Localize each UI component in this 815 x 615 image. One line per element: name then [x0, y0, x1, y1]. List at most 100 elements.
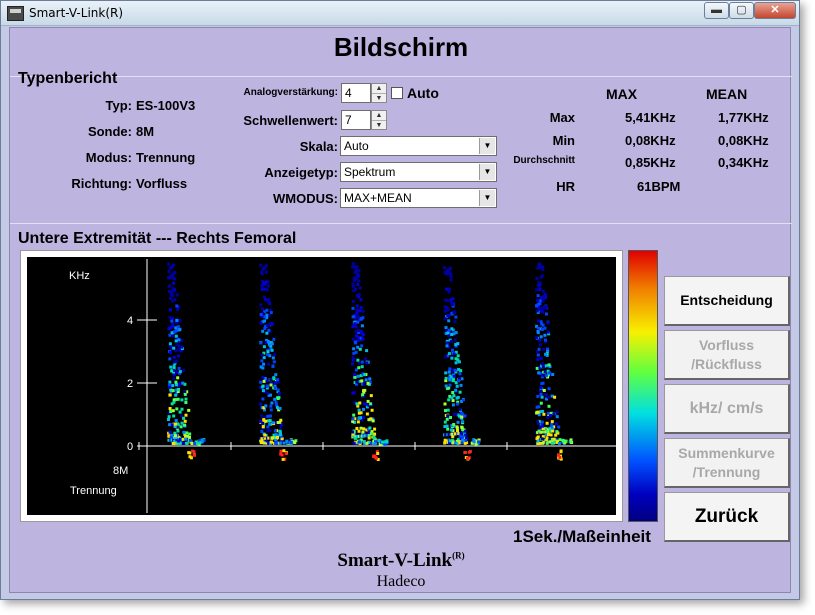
spectrum-pixel	[171, 384, 175, 388]
gain-stepper[interactable]: ▲ ▼	[371, 83, 387, 103]
spectrum-pixel	[265, 331, 269, 335]
gain-input[interactable]: 4	[341, 83, 371, 103]
spectrum-pixel	[167, 269, 171, 273]
window-title: Smart-V-Link(R)	[29, 6, 124, 20]
scale-select[interactable]: Auto ▼	[340, 136, 497, 156]
spectrum-pixel	[259, 303, 263, 307]
spectrum-pixel	[353, 375, 357, 379]
units-button-label: kHz/ cm/s	[689, 400, 764, 417]
spectrum-pixel	[449, 375, 453, 379]
spectrum-pixel	[276, 378, 280, 382]
app-icon[interactable]	[7, 6, 24, 21]
spectrum-pixel	[535, 411, 539, 415]
spectrum-pixel	[358, 309, 362, 313]
spectrum-pixel	[548, 371, 552, 375]
spectrum-plot: KHz 4 2 0 8M Trennung	[27, 257, 616, 515]
spectrum-pixel	[276, 380, 280, 384]
spectrum-pixel	[445, 424, 449, 428]
auto-checkbox[interactable]	[391, 87, 403, 99]
spectrum-pixel	[270, 322, 274, 325]
spectrum-pixel	[356, 374, 360, 378]
spectrum-pixel	[173, 330, 177, 334]
stat-mean-value: 1,77KHz	[718, 110, 769, 125]
type-value: ES-100V3	[136, 98, 196, 113]
spectrum-pixel	[279, 425, 283, 429]
spectrum-pixel	[445, 287, 449, 291]
spectrum-pixel	[359, 306, 363, 310]
spectrum-pixel	[541, 365, 545, 369]
spectrum-pixel	[457, 368, 461, 371]
spectrum-pixel	[452, 423, 456, 426]
chevron-up-icon[interactable]: ▲	[372, 84, 386, 94]
display-type-select[interactable]: Spektrum ▼	[340, 162, 497, 182]
spectrum-pixel	[269, 311, 273, 315]
probe-label: Sonde:	[87, 124, 132, 139]
units-button[interactable]: kHz/ cm/s	[664, 384, 790, 434]
spectrum-pixel	[178, 328, 182, 331]
spectrum-pixel	[546, 330, 550, 334]
spectrum-pixel	[185, 431, 189, 435]
wmode-select[interactable]: MAX+MEAN ▼	[340, 188, 497, 208]
spectrum-pixel	[365, 361, 369, 365]
stat-max-value: 0,08KHz	[625, 133, 676, 148]
spectrum-pixel	[354, 325, 358, 329]
spectrum-pixel	[274, 441, 278, 445]
spectrum-pixel	[361, 393, 365, 397]
maximize-button[interactable]: ▢	[729, 2, 754, 19]
spectrum-pixel	[447, 398, 451, 402]
chevron-down-icon[interactable]: ▼	[372, 121, 386, 130]
back-button[interactable]: Zurück	[664, 492, 790, 542]
spectrum-pixel	[541, 362, 545, 366]
spectrum-pixel	[543, 338, 547, 342]
spectrum-pixel	[538, 288, 542, 291]
spectrum-pixel	[557, 442, 561, 445]
spectrum-pixel	[266, 384, 270, 388]
flow-direction-button[interactable]: Vorfluss/Rückfluss	[664, 330, 790, 380]
spectrum-pixel	[356, 313, 360, 317]
page-title: Bildschirm	[333, 32, 469, 62]
spectrum-pixel	[443, 441, 447, 445]
spectrum-pixel	[453, 368, 457, 372]
spectrum-pixel	[273, 397, 277, 401]
stat-label: Durchschnitt	[513, 155, 575, 166]
spectrum-pixel	[542, 412, 546, 416]
minimize-button[interactable]: ▬	[704, 2, 729, 19]
spectrum-pixel	[538, 441, 542, 445]
spectrum-pixel	[172, 281, 176, 285]
spectrum-pixel	[173, 434, 177, 438]
spectrum-pixel	[448, 383, 452, 387]
spectrum-pixel	[364, 357, 367, 361]
spectrum-pixel	[553, 395, 557, 399]
spectrum-pixel	[274, 373, 278, 377]
spectrum-pixel	[373, 432, 377, 436]
spectrum-pixel	[357, 417, 361, 420]
spectrum-pixel	[175, 343, 179, 347]
spectrum-pixel	[385, 440, 389, 444]
spectrum-pixel	[192, 453, 196, 457]
spectrum-pixel	[361, 309, 365, 313]
chevron-down-icon[interactable]: ▼	[372, 94, 386, 103]
spectrum-pixel	[267, 340, 270, 344]
spectrum-pixel	[357, 366, 361, 370]
title-bar[interactable]: Smart-V-Link(R) ▬ ▢ ✕	[1, 1, 799, 26]
spectrum-pixel	[173, 422, 177, 426]
chevron-down-icon[interactable]: ▼	[479, 164, 495, 180]
threshold-input[interactable]: 7	[341, 110, 371, 130]
decision-button[interactable]: Entscheidung	[664, 276, 790, 326]
spectrum-pixel	[184, 413, 188, 417]
spectrum-pixel	[446, 408, 450, 412]
spectrum-pixel	[535, 366, 539, 370]
spectrum-pixel	[537, 281, 541, 284]
spectrum-pixel	[282, 449, 286, 453]
spectrum-pixel	[182, 368, 186, 372]
spectrum-pixel	[177, 338, 181, 342]
spectrum-pixel	[352, 413, 356, 417]
sum-curve-button-label: Summenkurve/Trennung	[678, 444, 774, 482]
spectrum-pixel	[268, 419, 272, 423]
spectrum-pixel	[458, 390, 462, 394]
chevron-up-icon[interactable]: ▲	[372, 111, 386, 121]
sum-curve-button[interactable]: Summenkurve/Trennung	[664, 438, 790, 488]
close-button[interactable]: ✕	[754, 2, 796, 19]
spectrum-pixel	[535, 288, 539, 292]
threshold-stepper[interactable]: ▲ ▼	[371, 110, 387, 130]
